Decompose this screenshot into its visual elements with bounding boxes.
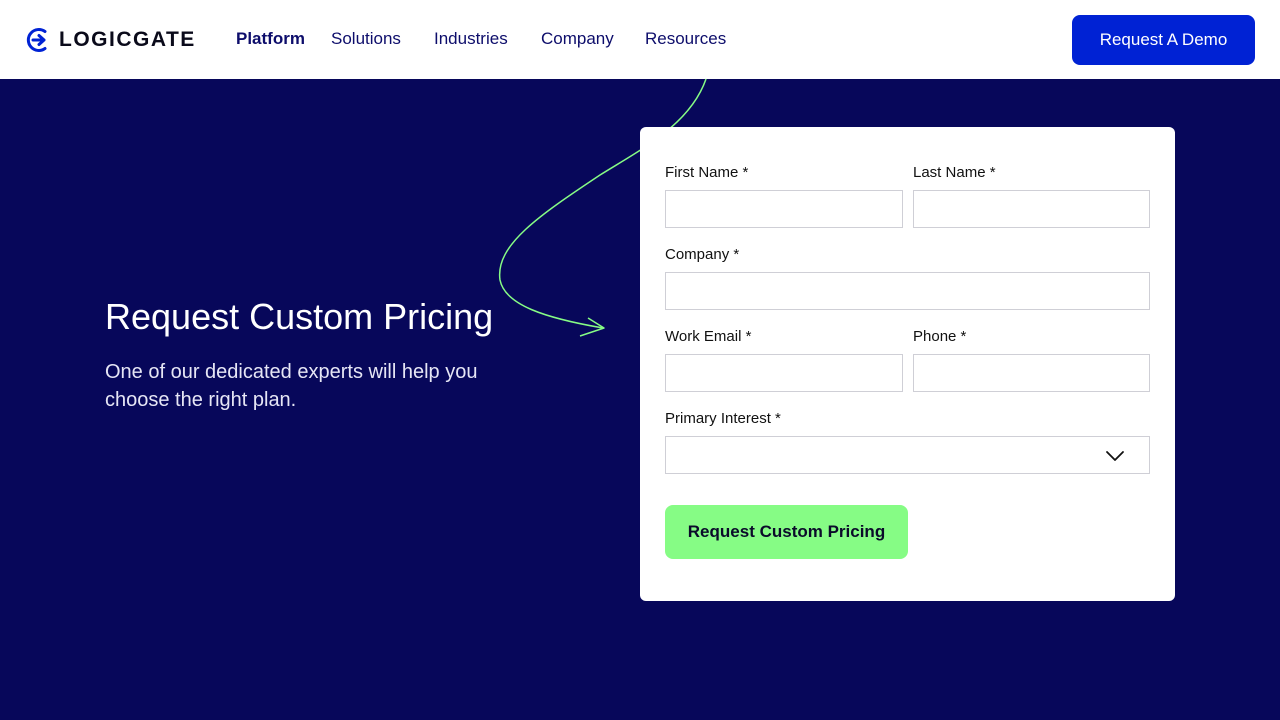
- page-title: Request Custom Pricing: [105, 296, 494, 337]
- phone-field[interactable]: [913, 354, 1150, 392]
- request-pricing-button[interactable]: Request Custom Pricing: [665, 505, 908, 559]
- last-name-input[interactable]: [914, 191, 1149, 227]
- nav-item-company[interactable]: Company: [541, 29, 614, 49]
- primary-interest-label: Primary Interest *: [665, 410, 781, 427]
- phone-label: Phone *: [913, 328, 967, 345]
- brand-name: LOGICGATE: [59, 27, 196, 51]
- chevron-down-icon: [1106, 451, 1124, 461]
- primary-interest-select[interactable]: [665, 436, 1150, 474]
- work-email-input[interactable]: [666, 355, 902, 391]
- nav-item-platform[interactable]: Platform: [236, 29, 305, 49]
- first-name-input[interactable]: [666, 191, 902, 227]
- first-name-label: First Name *: [665, 164, 749, 181]
- company-label: Company *: [665, 246, 740, 263]
- logicgate-logo-icon: [26, 27, 47, 52]
- nav-item-resources[interactable]: Resources: [645, 29, 726, 49]
- work-email-field[interactable]: [665, 354, 903, 392]
- company-field[interactable]: [665, 272, 1150, 310]
- company-input[interactable]: [666, 273, 1149, 309]
- site-header: LOGICGATE Platform Solutions Industries …: [0, 0, 1280, 79]
- brand-logo[interactable]: LOGICGATE: [25, 26, 196, 53]
- page-subtitle: One of our dedicated experts will help y…: [105, 361, 478, 411]
- request-demo-button[interactable]: Request A Demo: [1072, 15, 1255, 65]
- nav-item-industries[interactable]: Industries: [434, 29, 508, 49]
- last-name-label: Last Name *: [913, 164, 996, 181]
- pricing-form: First Name * Last Name * Company * Work …: [640, 127, 1175, 601]
- work-email-label: Work Email *: [665, 328, 752, 345]
- nav-item-solutions[interactable]: Solutions: [331, 29, 401, 49]
- first-name-field[interactable]: [665, 190, 903, 228]
- phone-input[interactable]: [914, 355, 1149, 391]
- last-name-field[interactable]: [913, 190, 1150, 228]
